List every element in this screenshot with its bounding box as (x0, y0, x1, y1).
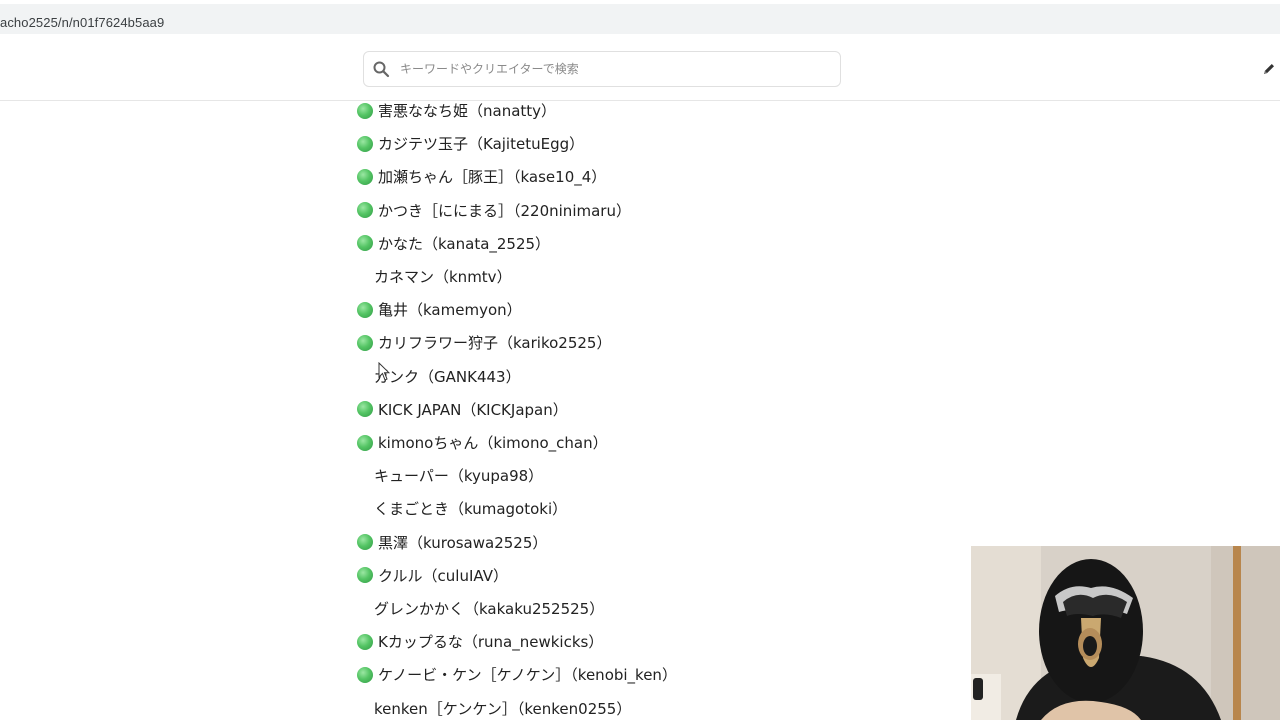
list-item[interactable]: 亀井（kamemyon） (357, 293, 957, 326)
creator-name[interactable]: KICK JAPAN（KICKJapan） (378, 399, 568, 420)
creator-name[interactable]: 加瀬ちゃん［豚王］（kase10_4） (378, 166, 606, 187)
mouse-cursor-icon (378, 362, 390, 381)
search-icon (373, 61, 390, 78)
browser-address-bar: acho2525/n/n01f7624b5aa9 (0, 0, 1280, 38)
online-status-icon (357, 434, 373, 451)
list-item[interactable]: Kカップるな（runa_newkicks） (357, 625, 957, 658)
list-item[interactable]: 加瀬ちゃん［豚王］（kase10_4） (357, 160, 957, 193)
creator-name[interactable]: カジテツ玉子（KajitetuEgg） (378, 133, 584, 154)
online-status-icon (357, 567, 373, 584)
list-item[interactable]: ケノービ・ケン［ケノケン］（kenobi_ken） (357, 658, 957, 691)
webcam-overlay (971, 546, 1280, 720)
online-status-icon (357, 102, 373, 119)
list-item[interactable]: かなた（kanata_2525） (357, 227, 957, 260)
address-field[interactable]: acho2525/n/n01f7624b5aa9 (0, 4, 1280, 34)
list-item[interactable]: かつき［ににまる］（220ninimaru） (357, 194, 957, 227)
online-status-icon (357, 534, 373, 551)
list-item[interactable]: グレンかかく（kakaku252525） (357, 592, 957, 625)
creator-name[interactable]: 黒澤（kurosawa2525） (378, 532, 547, 553)
pen-icon[interactable] (1262, 62, 1276, 76)
creator-name[interactable]: カリフラワー狩子（kariko2525） (378, 332, 611, 353)
creator-name[interactable]: カネマン（knmtv） (374, 266, 512, 287)
creator-name[interactable]: Kカップるな（runa_newkicks） (378, 631, 603, 652)
creator-name[interactable]: kenken［ケンケン］（kenken0255） (374, 698, 631, 719)
url-text[interactable]: acho2525/n/n01f7624b5aa9 (0, 15, 164, 30)
online-status-icon (357, 666, 373, 683)
creator-name[interactable]: 害悪ななち姫（nanatty） (378, 100, 556, 121)
creator-name[interactable]: グレンかかく（kakaku252525） (374, 598, 604, 619)
search-input[interactable] (400, 52, 820, 86)
online-status-icon (357, 401, 373, 418)
creator-name[interactable]: ガンク（GANK443） (374, 366, 521, 387)
online-status-icon (357, 202, 373, 219)
creator-name[interactable]: キューパー（kyupa98） (374, 465, 543, 486)
list-item[interactable]: kimonoちゃん（kimono_chan） (357, 426, 957, 459)
site-header (0, 38, 1280, 101)
online-status-icon (357, 168, 373, 185)
online-status-icon (357, 235, 373, 252)
online-status-icon (357, 135, 373, 152)
list-item[interactable]: くまごとき（kumagotoki） (357, 492, 957, 525)
online-status-icon (357, 301, 373, 318)
list-item[interactable]: カリフラワー狩子（kariko2525） (357, 326, 957, 359)
list-item[interactable]: カネマン（knmtv） (357, 260, 957, 293)
list-item[interactable]: クルル（culuIAV） (357, 559, 957, 592)
creator-name[interactable]: kimonoちゃん（kimono_chan） (378, 432, 608, 453)
list-item[interactable]: 害悪ななち姫（nanatty） (357, 94, 957, 127)
webcam-feed-image (971, 546, 1280, 720)
creator-name[interactable]: かなた（kanata_2525） (378, 233, 550, 254)
creator-name[interactable]: 亀井（kamemyon） (378, 299, 522, 320)
list-item[interactable]: ガンク（GANK443） (357, 360, 957, 393)
online-status-icon (357, 334, 373, 351)
list-item[interactable]: 黒澤（kurosawa2525） (357, 526, 957, 559)
list-item[interactable]: キューパー（kyupa98） (357, 459, 957, 492)
creator-name[interactable]: くまごとき（kumagotoki） (374, 498, 567, 519)
search-box[interactable] (363, 51, 841, 87)
creator-name[interactable]: かつき［ににまる］（220ninimaru） (378, 200, 631, 221)
online-status-icon (357, 633, 373, 650)
creator-name[interactable]: ケノービ・ケン［ケノケン］（kenobi_ken） (378, 664, 677, 685)
creator-name[interactable]: クルル（culuIAV） (378, 565, 508, 586)
list-item[interactable]: KICK JAPAN（KICKJapan） (357, 393, 957, 426)
list-item[interactable]: カジテツ玉子（KajitetuEgg） (357, 127, 957, 160)
